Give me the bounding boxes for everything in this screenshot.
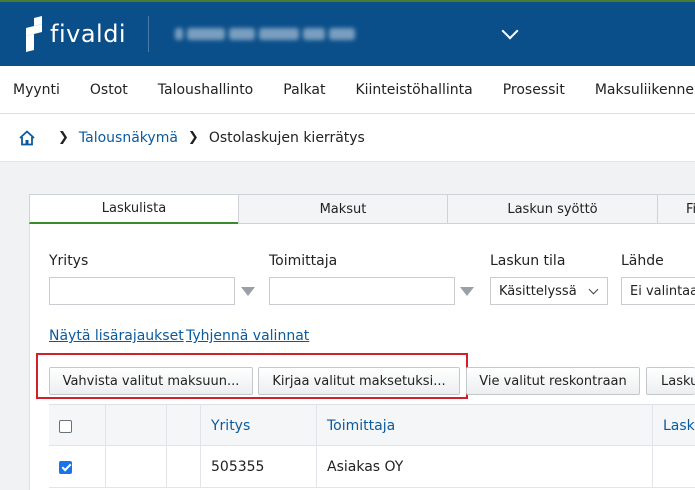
column-header-yritys[interactable]: Yritys [201, 405, 317, 447]
toimittaja-dropdown-icon[interactable] [460, 287, 474, 296]
chevron-down-icon [588, 284, 599, 295]
invoice-action-button[interactable]: Lasku [646, 367, 695, 395]
nav-item-prosessit[interactable]: Prosessit [488, 82, 580, 98]
lahde-label: Lähde [621, 253, 664, 269]
tab-maksut[interactable]: Maksut [238, 194, 448, 224]
row-select-cell [49, 446, 106, 488]
lahde-value: Ei valintaa [630, 283, 695, 299]
show-more-filters-link[interactable]: Näytä lisärajaukset [49, 328, 184, 344]
breadcrumb: ❯ Talousnäkymä ❯ Ostolaskujen kierrätys [0, 114, 695, 162]
laskun-tila-label: Laskun tila [490, 253, 566, 269]
column-header-lasku[interactable]: Lasku [653, 405, 695, 447]
breadcrumb-separator-icon: ❯ [58, 130, 69, 145]
chevron-down-icon[interactable] [501, 22, 519, 40]
nav-item-taloushallinto[interactable]: Taloushallinto [143, 82, 268, 98]
row-cell-yritys: 505355 [201, 446, 317, 488]
brand-name: fivaldi [50, 20, 127, 48]
row-cell-lasku [653, 446, 695, 488]
nav-item-ostot[interactable]: Ostot [75, 82, 143, 98]
yritys-label: Yritys [49, 253, 89, 269]
clear-selections-link[interactable]: Tyhjennä valinnat [186, 328, 309, 344]
table-header [167, 405, 201, 447]
toimittaja-input[interactable] [269, 277, 455, 305]
main-navigation: Myynti Ostot Taloushallinto Palkat Kiint… [0, 66, 695, 114]
row-cell-empty [106, 446, 167, 488]
table-header-row: Yritys Toimittaja Lasku [49, 404, 695, 447]
breadcrumb-link-talousnakyma[interactable]: Talousnäkymä [79, 130, 178, 146]
top-header: fivaldi [0, 0, 695, 66]
table-row[interactable]: 505355 Asiakas OY [49, 446, 695, 488]
row-cell-toimittaja: Asiakas OY [317, 446, 653, 488]
laskun-tila-value: Käsittelyssä [499, 283, 577, 299]
home-icon[interactable] [18, 129, 36, 147]
nav-item-palkat[interactable]: Palkat [268, 82, 340, 98]
invoice-table: Yritys Toimittaja Lasku 505355 Asiakas O… [49, 404, 695, 488]
laskun-tila-select[interactable]: Käsittelyssä [490, 277, 608, 305]
header-divider [148, 16, 150, 52]
tab-laskulista[interactable]: Laskulista [29, 194, 239, 224]
confirm-payment-button[interactable]: Vahvista valitut maksuun... [49, 367, 253, 395]
fivaldi-logo-icon [26, 16, 42, 52]
breadcrumb-current: Ostolaskujen kierrätys [208, 129, 365, 146]
tab-laskun-syotto[interactable]: Laskun syöttö [447, 194, 658, 224]
tab-fi[interactable]: Fi [657, 194, 695, 224]
table-header [106, 405, 167, 447]
yritys-input[interactable] [49, 277, 235, 305]
column-header-toimittaja[interactable]: Toimittaja [317, 405, 653, 447]
select-all-cell [49, 405, 106, 447]
yritys-dropdown-icon[interactable] [241, 287, 255, 296]
export-ledger-button[interactable]: Vie valitut reskontraan [466, 367, 640, 395]
company-selector[interactable] [175, 22, 520, 40]
row-checkbox[interactable] [59, 460, 72, 474]
brand-logo[interactable]: fivaldi [22, 2, 126, 66]
nav-item-myynti[interactable]: Myynti [0, 82, 75, 98]
lahde-select[interactable]: Ei valintaa [621, 277, 695, 305]
toimittaja-label: Toimittaja [269, 253, 338, 269]
nav-item-kiinteistohallinta[interactable]: Kiinteistöhallinta [340, 82, 487, 98]
company-name-redacted [175, 28, 356, 40]
tab-bar: Laskulista Maksut Laskun syöttö Fi [29, 194, 695, 224]
select-all-checkbox[interactable] [59, 419, 72, 433]
nav-item-maksuliikenne[interactable]: Maksuliikenne [580, 82, 695, 98]
row-cell-empty [167, 446, 201, 488]
breadcrumb-separator-icon: ❯ [187, 130, 199, 145]
record-paid-button[interactable]: Kirjaa valitut maksetuksi... [258, 367, 460, 395]
